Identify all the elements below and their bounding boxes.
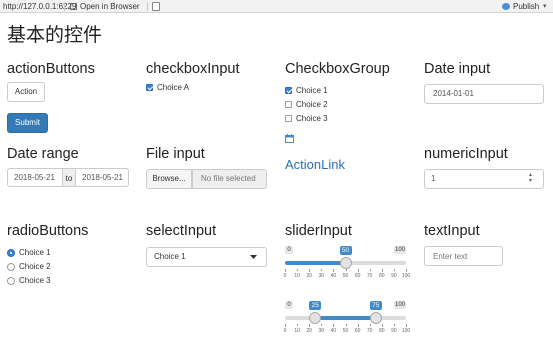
text-input-heading: textInput xyxy=(424,223,480,239)
slider-handle[interactable] xyxy=(369,312,382,324)
numeric-input-heading: numericInput xyxy=(424,146,508,162)
file-input-heading: File input xyxy=(146,146,205,162)
group-choice-1-label: Choice 1 xyxy=(296,86,328,95)
checkbox-group-heading: CheckboxGroup xyxy=(285,61,390,77)
slider-tick xyxy=(381,269,383,272)
slider-max-label: 100 xyxy=(394,301,406,309)
publish-icon xyxy=(502,3,510,10)
radio-choice-2-label: Choice 2 xyxy=(19,262,51,271)
spinner-icon[interactable]: ▴ ▾ xyxy=(529,172,532,184)
toolbar-divider xyxy=(147,2,148,11)
slider-tick xyxy=(381,324,383,327)
slider-tick-label: 100 xyxy=(401,273,411,279)
slider-tick xyxy=(345,269,347,271)
date-input-field[interactable]: 2014-01-01 xyxy=(424,84,544,104)
page-title: 基本的控件 xyxy=(7,24,103,46)
text-input-field[interactable] xyxy=(424,246,503,266)
choice-a-checkbox[interactable] xyxy=(146,84,153,91)
date-range-separator: to xyxy=(63,168,75,187)
radio-choice-3[interactable] xyxy=(7,277,15,285)
slider-tick xyxy=(357,269,359,272)
open-window-icon[interactable] xyxy=(70,3,77,10)
radio-choice-1-label: Choice 1 xyxy=(19,248,51,257)
select-input-heading: selectInput xyxy=(146,223,217,239)
slider-min-label: 0 xyxy=(285,301,293,309)
group-choice-2-checkbox[interactable] xyxy=(285,101,292,108)
slider-input-heading: sliderInput xyxy=(285,223,352,239)
slider-tick xyxy=(345,324,347,326)
single-slider[interactable]: 0 100 50 0 10 20 30 40 50 60 70 80 90 100 xyxy=(284,246,410,284)
file-name-field: No file selected xyxy=(192,169,267,189)
browse-button[interactable]: Browse... xyxy=(146,169,192,189)
radio-choice-2[interactable] xyxy=(7,263,15,271)
radio-choice-1[interactable] xyxy=(7,249,15,257)
slider-tick xyxy=(406,269,407,272)
slider-tick xyxy=(393,324,395,326)
slider-fill xyxy=(315,316,376,320)
slider-max-label: 100 xyxy=(394,246,406,254)
chevron-down-icon[interactable]: ▾ xyxy=(543,0,547,13)
group-choice-3-label: Choice 3 xyxy=(296,114,328,123)
calendar-icon xyxy=(285,134,294,143)
range-slider[interactable]: 0 100 25 75 0 10 20 30 40 50 60 70 80 90 100 xyxy=(284,301,410,339)
slider-tick xyxy=(309,324,311,327)
date-input-heading: Date input xyxy=(424,61,491,77)
slider-tick xyxy=(285,269,286,272)
action-link[interactable]: ActionLink xyxy=(285,157,345,172)
dropdown-arrow-icon xyxy=(250,255,257,259)
action-buttons-heading: actionButtons xyxy=(7,61,95,77)
radio-choice-3-label: Choice 3 xyxy=(19,276,51,285)
slider-tick xyxy=(393,269,395,271)
slider-tick xyxy=(297,324,299,326)
slider-tick xyxy=(333,269,335,272)
slider-handle[interactable] xyxy=(309,312,322,324)
slider-tick xyxy=(369,269,371,271)
choice-a-label: Choice A xyxy=(157,83,190,92)
url-text: http://127.0.0.1:6229 xyxy=(3,2,77,11)
slider-tick xyxy=(321,269,323,271)
slider-tick xyxy=(333,324,335,327)
slider-tick xyxy=(285,324,286,327)
slider-handle[interactable] xyxy=(339,257,352,269)
date-range-end-field[interactable]: 2018-05-21 xyxy=(75,168,129,187)
slider-tick xyxy=(321,324,323,326)
slider-tick-label: 100 xyxy=(401,328,411,334)
slider-tick xyxy=(297,269,299,271)
group-choice-1-checkbox[interactable] xyxy=(285,87,292,94)
toolbar-divider xyxy=(64,2,65,11)
select-dropdown[interactable]: Choice 1 xyxy=(146,247,267,267)
slider-tick xyxy=(406,324,407,327)
slider-fill xyxy=(285,261,346,265)
date-range-start-field[interactable]: 2018-05-21 xyxy=(7,168,63,187)
action-button[interactable]: Action xyxy=(7,82,45,102)
submit-button[interactable]: Submit xyxy=(7,113,48,133)
slider-tick xyxy=(357,324,359,327)
refresh-icon[interactable] xyxy=(152,2,160,11)
open-in-browser-button[interactable]: Open in Browser xyxy=(80,0,140,13)
slider-value-bubble: 75 xyxy=(369,301,382,310)
group-choice-3-checkbox[interactable] xyxy=(285,115,292,122)
date-range-heading: Date range xyxy=(7,146,79,162)
publish-button[interactable]: Publish xyxy=(513,0,539,13)
group-choice-2-label: Choice 2 xyxy=(296,100,328,109)
numeric-input-field[interactable]: 1 xyxy=(424,169,544,189)
slider-tick xyxy=(369,324,371,326)
radio-buttons-heading: radioButtons xyxy=(7,223,89,239)
slider-value-bubble: 25 xyxy=(309,301,322,310)
slider-value-bubble: 50 xyxy=(339,246,352,255)
slider-min-label: 0 xyxy=(285,246,293,254)
slider-tick xyxy=(309,269,311,272)
checkbox-input-heading: checkboxInput xyxy=(146,61,240,77)
